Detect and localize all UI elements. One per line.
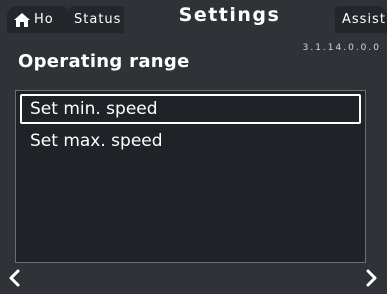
tab-home[interactable]: Ho — [7, 6, 70, 33]
menu-item-set-min-speed[interactable]: Set min. speed — [20, 94, 361, 124]
menu-list: Set min. speed Set max. speed — [15, 90, 366, 263]
tab-status-label: Status — [74, 12, 122, 27]
back-button[interactable] — [5, 268, 25, 288]
tab-assist-label: Assist — [342, 12, 386, 27]
tab-assist[interactable]: Assist — [331, 6, 387, 33]
chevron-right-icon — [366, 269, 377, 287]
top-navigation-bar: Ho Status Assist Settings — [0, 0, 387, 40]
menu-item-set-max-speed[interactable]: Set max. speed — [20, 126, 361, 156]
forward-button[interactable] — [361, 268, 381, 288]
chevron-left-icon — [9, 269, 20, 287]
home-icon — [14, 13, 30, 27]
version-label: 3.1.14.0.0.0 — [302, 43, 381, 53]
tab-settings[interactable]: Settings — [124, 0, 335, 40]
tab-settings-label: Settings — [178, 4, 281, 26]
page-title: Operating range — [18, 51, 190, 72]
tab-home-label: Ho — [34, 12, 54, 27]
tab-status[interactable]: Status — [66, 6, 130, 33]
